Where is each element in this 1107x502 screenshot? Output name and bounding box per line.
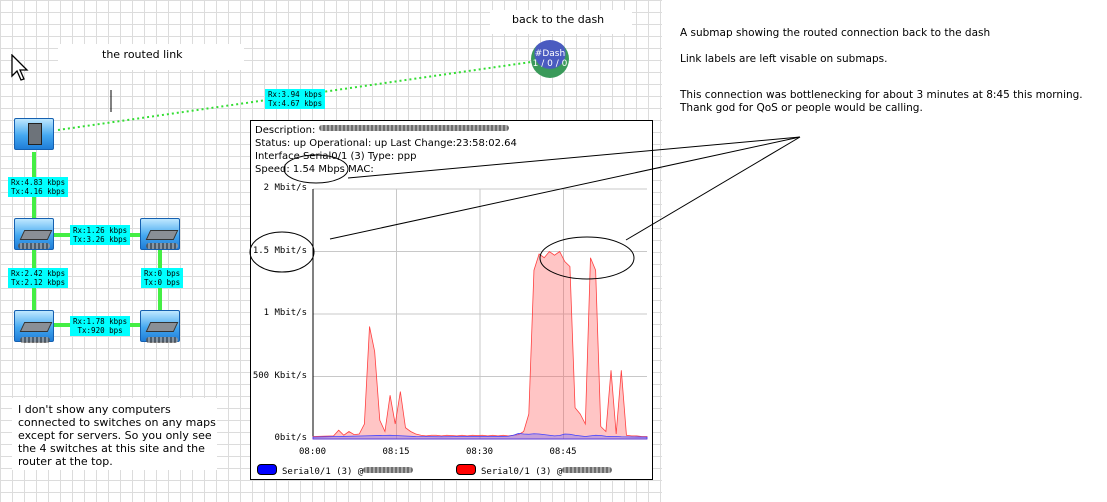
legend-swatch-blue <box>257 464 277 475</box>
dash-node[interactable]: #Dash 1 / 0 / 0 <box>531 40 569 78</box>
switch-icon <box>19 230 53 240</box>
traffic-graph-panel: Description: Status: up Operational: up … <box>250 120 653 480</box>
note-switches: I don't show any computers connected to … <box>12 398 217 470</box>
redacted-node-label <box>20 337 50 343</box>
link-label-router-sw1[interactable]: Rx:4.83 kbps Tx:4.16 kbps <box>8 177 69 197</box>
link-label-routed[interactable]: Rx:3.94 kbps Tx:4.67 kbps <box>265 89 326 109</box>
legend-blue-label: Serial0/1 (3) @ <box>282 467 364 477</box>
notes-panel: A submap showing the routed connection b… <box>662 0 1107 502</box>
legend-blue: Serial0/1 (3) @ <box>257 464 414 477</box>
dash-node-name: #Dash <box>534 49 566 59</box>
redacted-node-label <box>18 243 50 249</box>
y-tick-label: 0bit/s <box>274 433 307 443</box>
router-icon <box>28 123 42 145</box>
note-routed-link: the routed link <box>58 44 244 70</box>
legend-red: Serial0/1 (3) @ <box>456 464 613 477</box>
link-label-sw1-sw3[interactable]: Rx:2.42 kbps Tx:2.12 kbps <box>8 268 69 288</box>
note-link-labels: Link labels are left visable on submaps. <box>680 53 888 65</box>
link-label-sw2-sw4[interactable]: Rx:0 bps Tx:0 bps <box>141 268 184 288</box>
link-label-sw3-sw4[interactable]: Rx:1.78 kbps Tx:920 bps <box>70 316 131 336</box>
link-label-sw1-sw2[interactable]: Rx:1.26 kbps Tx:3.26 kbps <box>70 225 131 245</box>
dash-node-status: 1 / 0 / 0 <box>532 59 568 69</box>
note-back-to-dash: back to the dash <box>490 10 632 34</box>
y-tick-label: 500 Kbit/s <box>252 370 307 381</box>
switch-icon <box>145 230 179 240</box>
y-tick-label: 2 Mbit/s <box>263 183 307 193</box>
legend-swatch-red <box>456 464 476 475</box>
redacted-node-label <box>146 243 178 249</box>
redacted-legend <box>363 467 414 473</box>
redacted-legend <box>562 467 613 473</box>
router-node[interactable] <box>14 118 54 150</box>
traffic-chart <box>312 188 648 440</box>
x-tick-label: 08:00 <box>299 447 327 457</box>
x-tick-label: 08:45 <box>549 447 577 457</box>
redacted-node-label <box>146 337 178 343</box>
note-submap: A submap showing the routed connection b… <box>680 27 991 39</box>
x-tick-label: 08:15 <box>382 447 410 457</box>
legend-red-label: Serial0/1 (3) @ <box>481 467 563 477</box>
switch-icon <box>145 322 179 332</box>
note-bottleneck: This connection was bottlenecking for ab… <box>680 89 1083 114</box>
y-tick-label: 1 Mbit/s <box>263 308 307 318</box>
x-tick-label: 08:30 <box>466 447 494 457</box>
switch-icon <box>19 322 53 332</box>
mouse-cursor-icon <box>11 54 29 81</box>
y-tick-label: 1.5 Mbit/s <box>252 245 307 256</box>
